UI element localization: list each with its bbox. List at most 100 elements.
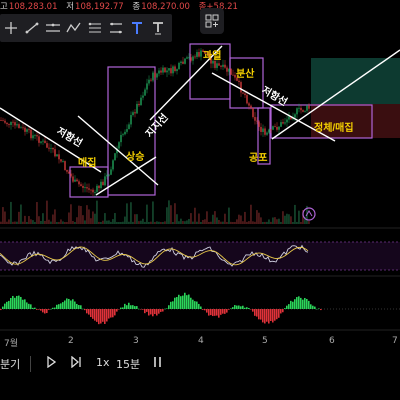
histogram-bar xyxy=(94,309,96,321)
histogram-bar xyxy=(308,300,310,309)
pattern-icon[interactable] xyxy=(63,16,84,40)
histogram-bar xyxy=(86,309,88,314)
volume-bar xyxy=(258,212,260,224)
volume-bar xyxy=(162,222,164,224)
histogram-bar xyxy=(310,304,312,309)
replay-indicator-icon[interactable] xyxy=(302,207,316,221)
grid-icon xyxy=(205,14,219,28)
candle-body xyxy=(278,126,280,130)
horizontal-line-icon[interactable] xyxy=(42,16,63,40)
candle-body xyxy=(194,56,196,58)
histogram-bar xyxy=(144,309,146,314)
histogram-bar xyxy=(148,309,150,316)
fib-icon[interactable] xyxy=(84,16,105,40)
histogram-bar xyxy=(162,309,164,312)
candle-body xyxy=(122,134,124,136)
volume-bar xyxy=(200,221,202,224)
candle-body xyxy=(268,129,270,133)
candle-body xyxy=(304,110,306,112)
candle-body xyxy=(288,116,290,120)
histogram-bar xyxy=(278,309,280,318)
volume-bar xyxy=(54,209,56,224)
volume-bar xyxy=(224,213,226,224)
candle-body xyxy=(156,73,158,78)
histogram-bar xyxy=(68,298,70,309)
candle-body xyxy=(300,107,302,111)
speed-selector[interactable]: 1x xyxy=(96,356,110,369)
resistance-line-mid[interactable] xyxy=(77,115,159,186)
candle-body xyxy=(50,148,52,149)
candle-body xyxy=(224,64,226,68)
histogram-bar xyxy=(188,294,190,309)
play-icon[interactable] xyxy=(46,355,57,371)
volume-bar xyxy=(58,221,60,224)
candle-body xyxy=(0,120,2,121)
label-support: 지지선 xyxy=(143,111,171,140)
interval-selector[interactable]: 15분 xyxy=(116,356,140,372)
volume-bar xyxy=(252,221,254,224)
histogram-bar xyxy=(2,306,4,309)
candle-body xyxy=(44,140,46,144)
step-forward-icon[interactable] xyxy=(70,355,82,371)
candle-body xyxy=(216,63,218,68)
candle-body xyxy=(24,127,26,132)
histogram-bar xyxy=(282,309,284,313)
trendline-icon[interactable] xyxy=(21,16,42,40)
text-tool-icon[interactable] xyxy=(126,16,147,40)
histogram-bar xyxy=(140,309,142,310)
ruler-icon[interactable] xyxy=(105,16,126,40)
histogram-bar xyxy=(214,309,216,316)
volume-bar xyxy=(94,213,96,224)
histogram-bar xyxy=(296,297,298,309)
histogram-bar xyxy=(152,309,154,317)
histogram-bar xyxy=(154,309,156,315)
volume-bar xyxy=(216,217,218,224)
period-selector[interactable]: 분기 xyxy=(0,356,20,372)
volume-bar xyxy=(26,221,28,224)
volume-bar xyxy=(284,215,286,224)
volume-bar xyxy=(112,219,114,224)
volume-bars xyxy=(0,200,310,224)
histogram-bar xyxy=(134,306,136,309)
histogram-bar xyxy=(100,309,102,324)
candle-body xyxy=(232,74,234,76)
candle-body xyxy=(18,124,20,128)
histogram-bar xyxy=(158,309,160,314)
histogram-bar xyxy=(118,309,120,310)
candle-body xyxy=(302,110,304,112)
momentum-histogram xyxy=(0,292,322,325)
pause-icon[interactable] xyxy=(153,356,163,371)
high-value: 108,283.01 xyxy=(8,2,58,12)
candle-body xyxy=(196,52,198,57)
volume-bar xyxy=(270,221,272,224)
volume-bar xyxy=(278,218,280,224)
histogram-bar xyxy=(170,301,172,309)
candle-body xyxy=(200,50,202,57)
candle-body xyxy=(308,105,310,109)
candle-body xyxy=(58,154,60,160)
histogram-bar xyxy=(80,305,82,309)
volume-bar xyxy=(174,203,176,224)
anchored-text-icon[interactable] xyxy=(147,16,168,40)
candle-body xyxy=(118,142,120,149)
histogram-bar xyxy=(72,299,74,309)
candle-body xyxy=(28,129,30,131)
crosshair-icon[interactable] xyxy=(0,16,21,40)
histogram-bar xyxy=(286,305,288,309)
histogram-bar xyxy=(164,308,166,310)
candle-body xyxy=(82,185,84,188)
label-stagnation: 정체/매집 xyxy=(314,121,354,134)
histogram-bar xyxy=(172,301,174,309)
histogram-bar xyxy=(104,309,106,324)
candle-body xyxy=(188,57,190,59)
histogram-bar xyxy=(184,292,186,309)
candle-body xyxy=(162,67,164,73)
histogram-bar xyxy=(182,295,184,309)
candle-body xyxy=(222,64,224,67)
candle-body xyxy=(238,80,240,83)
volume-bar xyxy=(268,219,270,224)
histogram-bar xyxy=(304,297,306,309)
layout-grid-button[interactable] xyxy=(200,8,224,34)
histogram-bar xyxy=(246,307,248,309)
candle-body xyxy=(280,122,282,127)
